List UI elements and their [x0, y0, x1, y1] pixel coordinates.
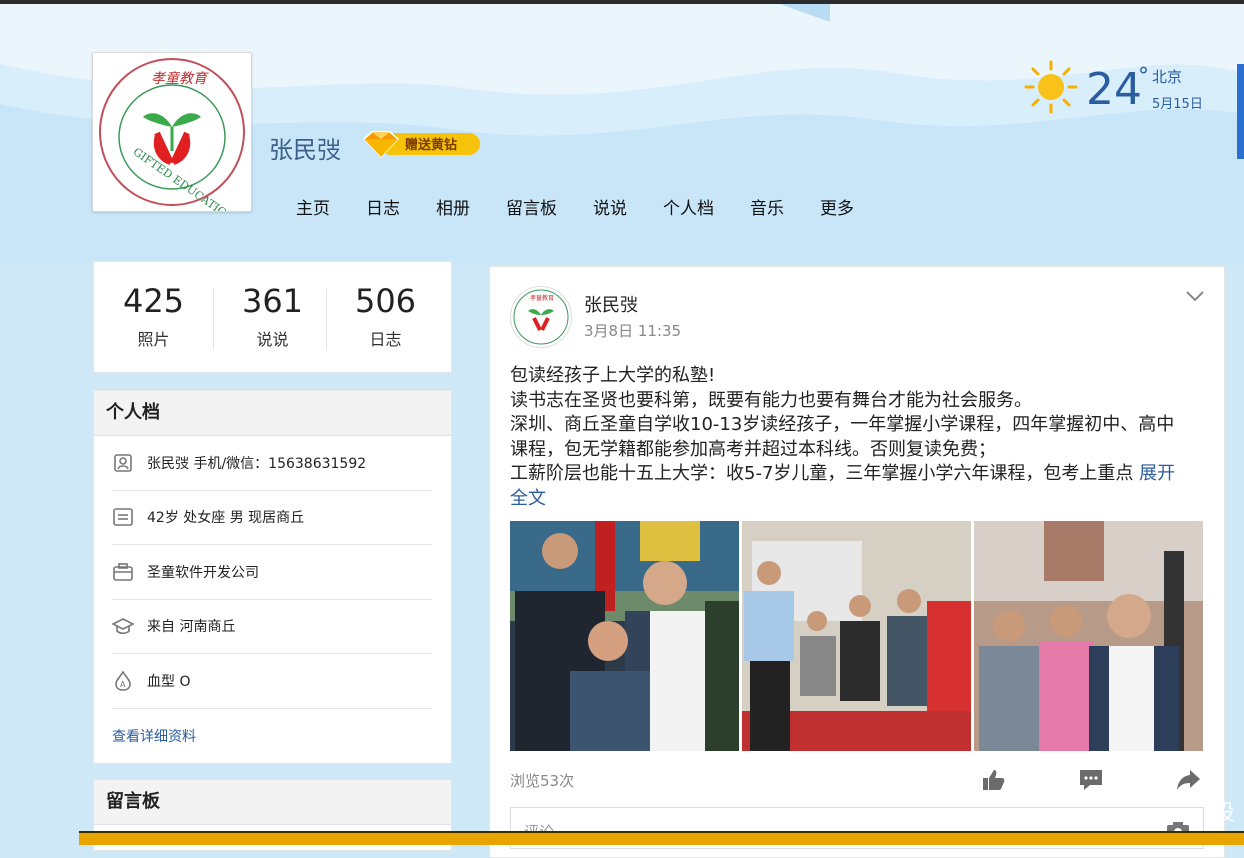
post-line: 包读经孩子上大学的私塾!	[510, 365, 716, 386]
profile-company-text: 圣童软件开发公司	[147, 565, 259, 581]
like-thumb-icon[interactable]	[980, 767, 1006, 793]
weather-widget[interactable]: 24 ° 北京 5月15日	[1024, 60, 1224, 120]
comment-bubble-icon[interactable]	[1078, 767, 1104, 793]
expand-full-link[interactable]: 全文	[510, 488, 546, 509]
expand-link[interactable]: 展开	[1139, 463, 1175, 484]
gifted-education-logo: 孝童教育	[513, 289, 569, 345]
svg-text:孝童教育: 孝童教育	[151, 71, 209, 87]
stat-number: 425	[122, 282, 185, 320]
nav-guestbook[interactable]: 留言板	[506, 194, 557, 219]
nav-home[interactable]: 主页	[296, 194, 330, 219]
contact-card-icon	[114, 454, 132, 472]
post-photo[interactable]	[974, 521, 1203, 751]
nav-profile[interactable]: 个人档	[663, 194, 714, 219]
post-line: 课程，包无学籍都能参加高考并超过本科线。否则复读免费；	[510, 438, 996, 460]
post-line-last: 工薪阶层也能十五上大学：收5-7岁儿童，三年掌握小学六年课程，包考上重点 展开	[510, 462, 1210, 487]
post-line: 读书志在圣贤也要科第，既要有能力也要有舞台才能为社会服务。	[510, 389, 1032, 411]
stat-blogs[interactable]: 506 日志	[326, 282, 445, 350]
post-line-text: 工薪阶层也能十五上大学：收5-7岁儿童，三年掌握小学六年课程，包考上重点	[510, 463, 1140, 484]
profile-row-basic: 42岁 处女座 男 现居商丘	[112, 490, 432, 545]
weather-degree: °	[1138, 64, 1149, 89]
post-photo[interactable]	[510, 521, 739, 751]
stat-number: 506	[354, 282, 417, 320]
stats-card: 425 照片 361 说说 506 日志	[93, 261, 452, 373]
info-card-icon	[113, 508, 133, 526]
profile-row-contact: 张民弢 手机/微信：15638631592	[112, 436, 432, 491]
post-line: 深圳、商丘圣童自学收10-13岁读经孩子，一年掌握小学课程，四年掌握初中、高中	[510, 414, 1175, 435]
svg-text:A: A	[120, 680, 126, 689]
blood-drop-icon: A	[115, 670, 131, 691]
post-views: 浏览53次	[510, 772, 575, 790]
profile-card: 个人档 张民弢 手机/微信：15638631592 42岁 处女座 男 现居商丘…	[93, 390, 452, 764]
post-author-avatar[interactable]: 孝童教育	[510, 286, 572, 348]
svg-text:孝童教育: 孝童教育	[530, 294, 554, 302]
nav-music[interactable]: 音乐	[750, 194, 784, 219]
graduation-cap-icon	[112, 618, 134, 635]
nav-shuoshuo[interactable]: 说说	[593, 194, 627, 219]
side-widget-edge[interactable]	[1237, 64, 1244, 159]
watermark-text: 设	[1213, 801, 1236, 826]
profile-username[interactable]: 张民弢	[269, 130, 341, 165]
profile-card-title: 个人档	[94, 391, 451, 436]
nav-more[interactable]: 更多	[820, 194, 854, 219]
profile-contact-text: 张民弢 手机/微信：15638631592	[147, 456, 367, 472]
profile-blood-text: 血型 O	[147, 674, 191, 690]
briefcase-icon	[113, 563, 133, 581]
sun-icon	[1024, 60, 1078, 114]
profile-basic-text: 42岁 处女座 男 现居商丘	[147, 510, 305, 526]
post-content: 包读经孩子上大学的私塾! 读书志在圣贤也要科第，既要有能力也要有舞台才能为社会服…	[510, 364, 1210, 511]
weather-temperature: 24	[1086, 64, 1142, 115]
gifted-education-logo: 孝童教育 GIFTED EDUCATION	[99, 58, 245, 225]
post-author-name[interactable]: 张民弢	[584, 291, 638, 317]
view-details-link[interactable]: 查看详细资料	[112, 726, 196, 746]
profile-row-company: 圣童软件开发公司	[112, 545, 432, 600]
feed-post: 孝童教育 张民弢 3月8日 11:35 包读经孩子上大学的私塾! 读书志在圣贤也…	[489, 266, 1225, 858]
main-nav: 主页 日志 相册 留言板 说说 个人档 音乐 更多	[296, 194, 890, 219]
stat-number: 361	[241, 282, 304, 320]
stat-shuoshuo[interactable]: 361 说说	[213, 282, 332, 350]
chevron-down-icon[interactable]	[1185, 289, 1205, 303]
share-arrow-icon[interactable]	[1175, 767, 1201, 793]
post-photo-grid	[510, 521, 1204, 751]
post-photo[interactable]	[742, 521, 971, 751]
gift-yellow-diamond-button[interactable]: 赠送黄钻	[360, 129, 482, 159]
profile-row-hometown: 来自 河南商丘	[112, 599, 432, 654]
profile-row-blood: A 血型 O	[112, 654, 432, 709]
weather-city: 北京	[1152, 68, 1183, 86]
stat-label: 说说	[256, 330, 289, 349]
stat-label: 日志	[369, 330, 402, 349]
vip-label: 赠送黄钻	[405, 138, 458, 153]
guestbook-card-title: 留言板	[94, 780, 451, 825]
post-time: 3月8日 11:35	[584, 322, 682, 340]
stat-photos[interactable]: 425 照片	[94, 282, 213, 350]
stat-label: 照片	[137, 330, 170, 349]
weather-date: 5月15日	[1152, 97, 1203, 112]
nav-blog[interactable]: 日志	[366, 194, 400, 219]
nav-album[interactable]: 相册	[436, 194, 470, 219]
profile-hometown-text: 来自 河南商丘	[147, 619, 236, 635]
profile-avatar[interactable]: 孝童教育 GIFTED EDUCATION	[92, 52, 252, 225]
